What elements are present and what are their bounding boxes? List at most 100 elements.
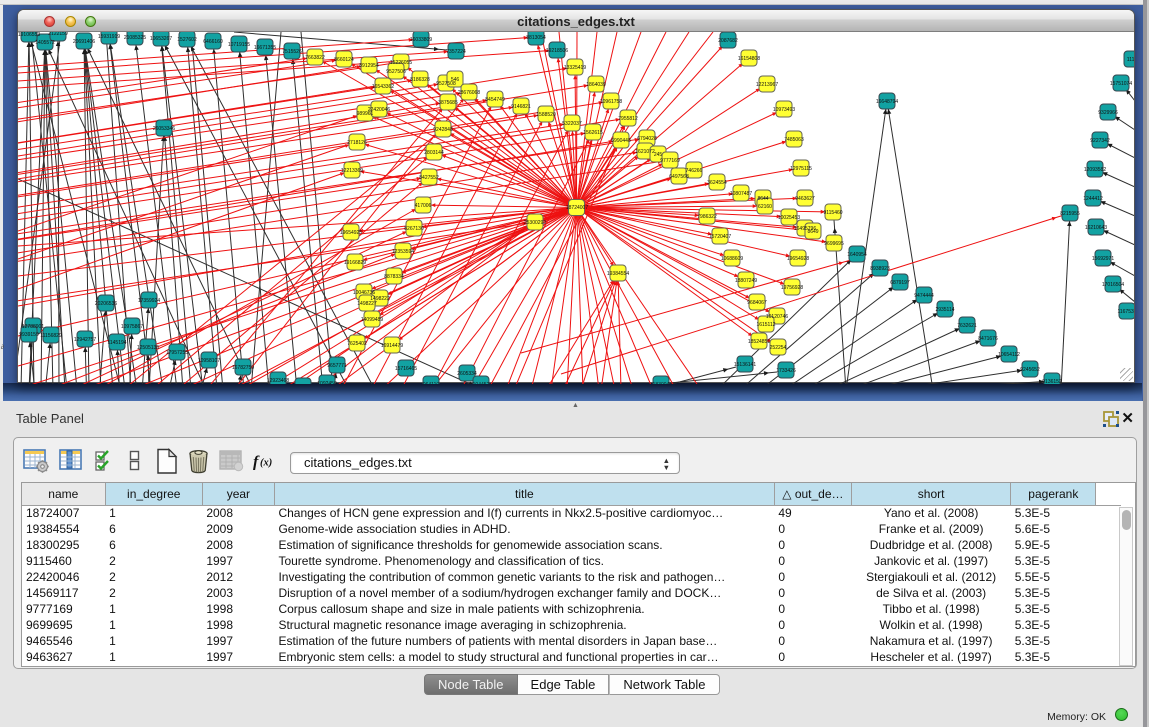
svg-text:12505135: 12505135 [137, 345, 159, 351]
svg-text:25300293: 25300293 [524, 220, 546, 226]
svg-text:15716465: 15716465 [395, 366, 417, 372]
svg-text:1498227: 1498227 [357, 301, 377, 307]
svg-text:1145194: 1145194 [107, 340, 126, 346]
svg-text:9527506: 9527506 [386, 69, 406, 75]
svg-text:17359924: 17359924 [138, 298, 160, 304]
svg-text:9146821: 9146821 [511, 104, 531, 110]
svg-text:17016504: 17016504 [1102, 282, 1124, 288]
svg-text:12788901: 12788901 [22, 324, 44, 330]
svg-text:1621072: 1621072 [635, 149, 655, 155]
svg-text:28676068: 28676068 [458, 90, 480, 96]
svg-text:19756928: 19756928 [781, 285, 803, 291]
svg-text:12353594: 12353594 [392, 249, 414, 255]
svg-text:9227342: 9227342 [1090, 138, 1110, 144]
svg-text:16033809: 16033809 [410, 37, 432, 43]
svg-text:9657771: 9657771 [327, 363, 347, 369]
svg-text:16648794: 16648794 [876, 99, 898, 105]
svg-text:10807487: 10807487 [730, 191, 752, 197]
svg-text:9684067: 9684067 [747, 300, 767, 306]
svg-text:7625402: 7625402 [347, 341, 367, 347]
svg-text:7955812: 7955812 [618, 116, 638, 122]
svg-text:22420046: 22420046 [368, 107, 390, 113]
svg-text:8644: 8644 [757, 196, 768, 202]
svg-text:8649: 8649 [807, 229, 818, 235]
svg-text:9245652: 9245652 [1020, 367, 1040, 373]
svg-text:1092450: 1092450 [317, 381, 337, 384]
svg-text:1167533: 1167533 [1117, 309, 1134, 315]
svg-text:15751074: 15751074 [1110, 81, 1132, 87]
svg-text:183004: 183004 [653, 382, 670, 384]
svg-text:f: f [253, 454, 260, 471]
svg-text:9242848: 9242848 [433, 127, 453, 133]
svg-text:8471676: 8471676 [978, 336, 998, 342]
svg-text:6794028: 6794028 [637, 136, 657, 142]
svg-text:21085325: 21085325 [124, 35, 146, 41]
svg-text:1244412: 1244412 [1083, 196, 1103, 202]
svg-text:16543362: 16543362 [372, 84, 394, 90]
svg-text:9329966: 9329966 [1098, 110, 1118, 116]
svg-text:1588520: 1588520 [536, 112, 556, 118]
svg-text:16782759: 16782759 [232, 365, 254, 371]
svg-text:3624554: 3624554 [707, 180, 727, 186]
svg-text:62160: 62160 [758, 204, 772, 210]
svg-text:19106553: 19106553 [18, 32, 40, 38]
svg-text:8878334: 8878334 [384, 274, 404, 280]
svg-text:417006: 417006 [415, 203, 432, 209]
svg-text:(x): (x) [260, 458, 272, 469]
svg-text:18724007: 18724007 [566, 205, 588, 211]
svg-text:9115460: 9115460 [823, 210, 842, 216]
svg-text:1864039: 1864039 [586, 82, 606, 88]
svg-text:18524851: 18524851 [748, 339, 770, 345]
svg-text:1562615: 1562615 [583, 130, 603, 136]
svg-text:8427552: 8427552 [419, 175, 439, 181]
svg-text:9939159: 9939159 [19, 332, 39, 338]
svg-text:7986322: 7986322 [697, 214, 717, 220]
svg-text:2718126: 2718126 [347, 140, 367, 146]
svg-text:10961758: 10961758 [600, 99, 622, 105]
svg-text:15136141: 15136141 [734, 362, 756, 368]
svg-text:964110: 964110 [423, 382, 440, 384]
svg-text:9474444: 9474444 [914, 293, 934, 299]
svg-text:16120746: 16120746 [766, 314, 788, 320]
svg-text:9777169: 9777169 [660, 158, 680, 164]
svg-text:11156829: 11156829 [40, 333, 62, 339]
svg-text:12093582: 12093582 [1084, 167, 1106, 173]
svg-text:19654928: 19654928 [787, 256, 809, 262]
svg-text:7515526: 7515526 [282, 49, 302, 55]
svg-text:2087682: 2087682 [718, 38, 738, 44]
svg-text:7485063: 7485063 [784, 137, 804, 143]
svg-text:1733426: 1733426 [776, 368, 796, 374]
svg-text:8660124: 8660124 [334, 57, 354, 63]
svg-text:19384554: 19384554 [607, 271, 629, 277]
svg-text:5322037: 5322037 [562, 121, 582, 127]
svg-text:2122159: 2122159 [48, 32, 68, 37]
svg-text:16671355: 16671355 [254, 45, 276, 51]
svg-text:8938923: 8938923 [870, 266, 890, 272]
svg-text:1640954: 1640954 [847, 252, 867, 258]
svg-text:8454749: 8454749 [485, 97, 505, 103]
svg-text:20691406: 20691406 [73, 39, 95, 45]
svg-text:6990448: 6990448 [611, 138, 631, 144]
svg-text:3875685: 3875685 [438, 100, 458, 106]
svg-text:7632621: 7632621 [957, 323, 977, 329]
svg-text:10046736: 10046736 [353, 290, 375, 296]
svg-text:12975115: 12975115 [790, 166, 812, 172]
svg-text:9463627: 9463627 [795, 196, 815, 202]
svg-text:8267130: 8267130 [404, 226, 424, 232]
svg-text:546: 546 [451, 77, 460, 83]
svg-text:16154808: 16154808 [738, 56, 760, 62]
svg-text:19218506: 19218506 [546, 48, 568, 54]
svg-text:8813054: 8813054 [526, 35, 546, 41]
svg-text:14099489: 14099489 [361, 317, 383, 323]
svg-text:2605334: 2605334 [457, 371, 477, 377]
svg-text:1405572: 1405572 [35, 40, 55, 46]
svg-text:15692971: 15692971 [1092, 256, 1114, 262]
svg-text:15931919: 15931919 [98, 34, 120, 40]
svg-text:10975867: 10975867 [121, 324, 143, 330]
svg-text:8912954: 8912954 [359, 63, 379, 69]
svg-text:12213369: 12213369 [341, 168, 363, 174]
svg-text:10688609: 10688609 [721, 256, 743, 262]
svg-text:8215955: 8215955 [1060, 211, 1080, 217]
svg-text:2803144: 2803144 [424, 150, 444, 156]
svg-text:1615112: 1615112 [756, 322, 775, 328]
